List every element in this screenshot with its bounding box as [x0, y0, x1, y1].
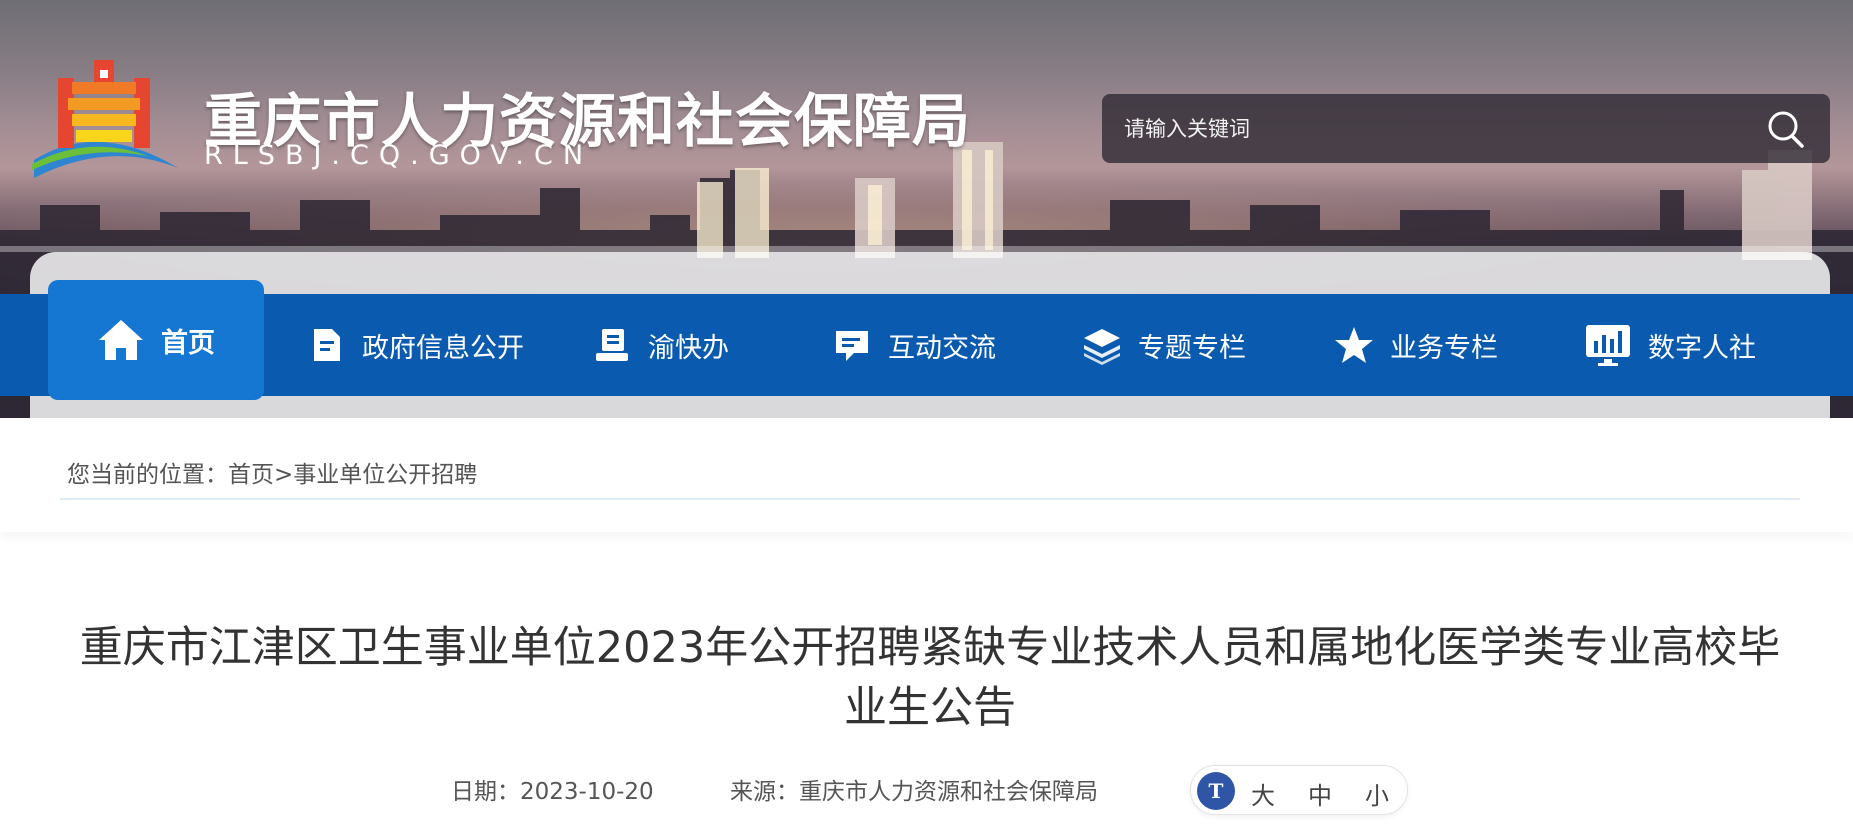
nav-label-topics: 专题专栏: [1138, 332, 1246, 364]
nav-label-yukuaiban: 渝快办: [648, 332, 729, 364]
font-size-medium-button[interactable]: 中: [1308, 776, 1332, 811]
breadcrumb: 您当前的位置：首页>事业单位公开招聘: [67, 455, 477, 489]
service-desk-icon: [596, 329, 628, 361]
search-icon[interactable]: [1764, 108, 1806, 150]
star-icon: [1335, 327, 1373, 363]
chat-icon: [836, 331, 868, 361]
nav-item-business[interactable]: 业务专栏: [1334, 294, 1498, 396]
nav-item-gov-info[interactable]: 政府信息公开: [306, 294, 524, 396]
source-label: 来源：: [730, 779, 799, 805]
monitor-chart-icon: [1586, 325, 1630, 366]
document-icon: [314, 329, 340, 361]
nav-item-interaction[interactable]: 互动交流: [832, 294, 996, 396]
breadcrumb-home-link[interactable]: 首页: [228, 462, 274, 488]
site-domain: RLSBJ.CQ.GOV.CN: [204, 140, 594, 171]
nav-item-home[interactable]: 首页: [48, 280, 264, 400]
source-value: 重庆市人力资源和社会保障局: [799, 779, 1098, 805]
nav-item-topics[interactable]: 专题专栏: [1082, 294, 1246, 396]
article-source: 来源：重庆市人力资源和社会保障局: [730, 772, 1098, 806]
nav-item-digital[interactable]: 数字人社: [1584, 294, 1756, 396]
font-size-switcher: T 大 中 小: [1190, 765, 1408, 815]
main-nav: 首页 政府信息公开 渝快办 互动交流 专题专栏 业务专栏 数字人社: [0, 280, 1853, 400]
nav-item-yukuaiban[interactable]: 渝快办: [592, 294, 729, 396]
font-size-small-button[interactable]: 小: [1365, 776, 1389, 811]
home-icon: [99, 320, 143, 360]
breadcrumb-current-link[interactable]: 事业单位公开招聘: [293, 462, 477, 488]
nav-label-business: 业务专栏: [1390, 332, 1498, 364]
article-date: 日期：2023-10-20: [451, 772, 654, 806]
nav-label-home: 首页: [161, 327, 215, 359]
date-label: 日期：: [451, 779, 520, 805]
nav-label-gov-info: 政府信息公开: [362, 332, 524, 364]
article-title: 重庆市江津区卫生事业单位2023年公开招聘紧缺专业技术人员和属地化医学类专业高校…: [79, 623, 1781, 733]
nav-label-digital: 数字人社: [1648, 332, 1756, 364]
layers-icon: [1084, 329, 1120, 365]
search-box: [1102, 94, 1830, 163]
breadcrumb-prefix: 您当前的位置：: [67, 462, 228, 488]
date-value: 2023-10-20: [520, 779, 654, 805]
text-size-icon: T: [1197, 772, 1235, 810]
font-size-large-button[interactable]: 大: [1251, 776, 1275, 811]
breadcrumb-separator: >: [274, 462, 294, 488]
breadcrumb-divider: [60, 498, 1800, 500]
nav-label-interaction: 互动交流: [888, 332, 996, 364]
search-input[interactable]: [1124, 94, 1724, 163]
temple-gate-logo: [32, 60, 178, 178]
